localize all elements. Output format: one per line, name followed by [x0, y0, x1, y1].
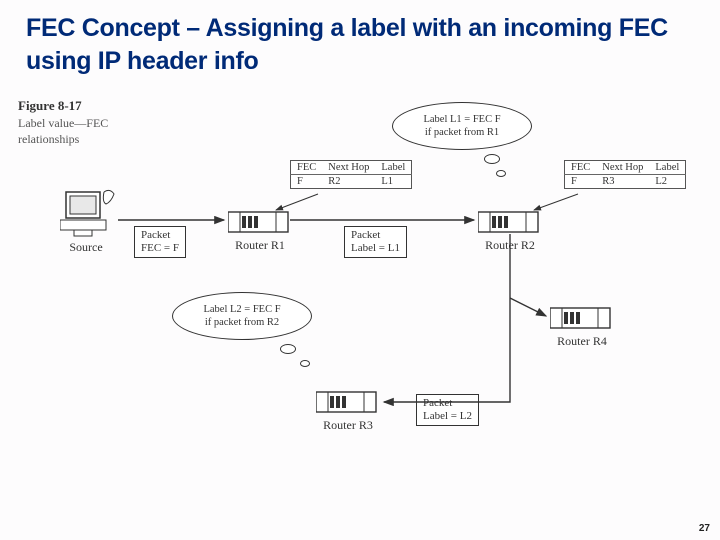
page-number: 27 [699, 523, 710, 534]
page-title: FEC Concept – Assigning a label with an … [0, 0, 720, 83]
arrow-layer [18, 98, 698, 478]
fec-diagram: Figure 8-17 Label value—FEC relationship… [18, 98, 698, 478]
